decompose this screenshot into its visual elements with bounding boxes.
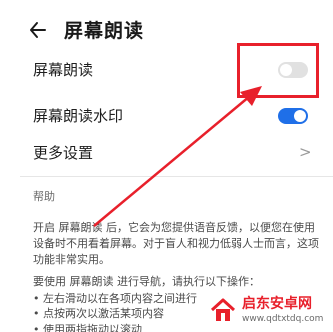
annotation-arrow [93,86,262,227]
watermark-name: 启东安卓网 [242,296,312,312]
watermark-badge: 启东安卓网 www.qdtxtdq.com [206,290,330,330]
house-logo-icon [208,295,238,325]
watermark-url: www.qdtxtdq.com [242,314,324,324]
